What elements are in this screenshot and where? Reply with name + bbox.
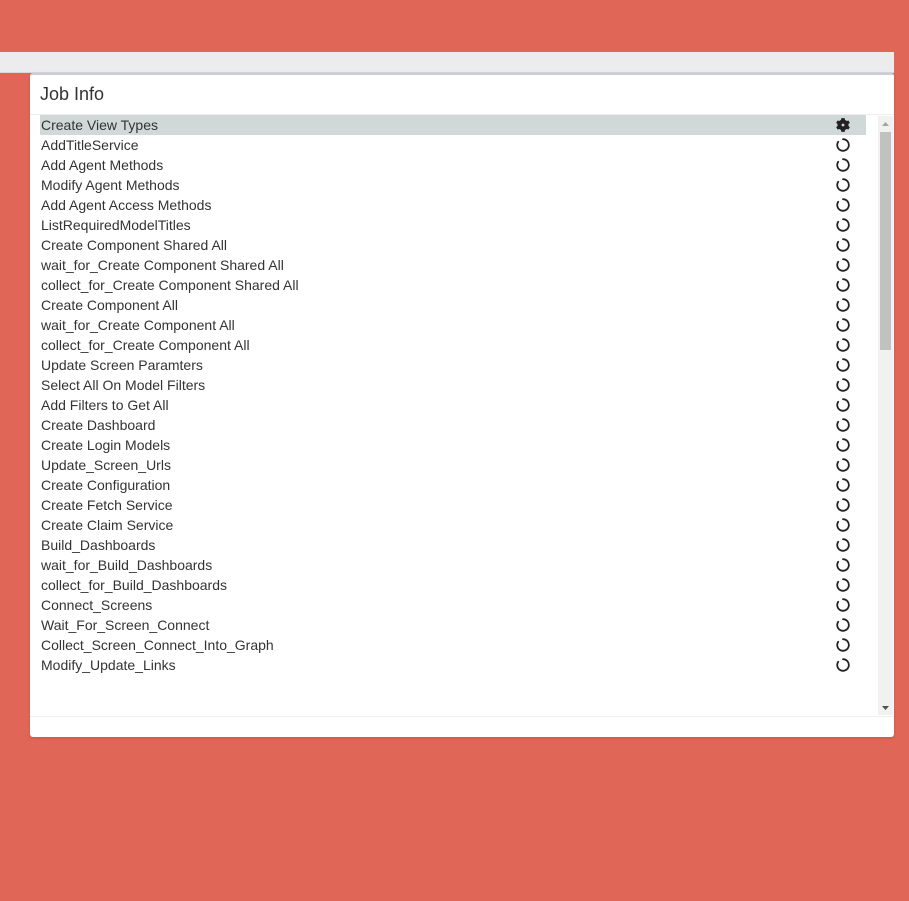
job-name: Connect_Screens <box>41 597 153 613</box>
job-name: Build_Dashboards <box>41 537 156 553</box>
spinner-circle-icon <box>836 598 850 612</box>
job-row[interactable]: AddTitleService <box>40 135 866 155</box>
job-row[interactable]: collect_for_Create Component All <box>40 335 866 355</box>
job-name: Create Component All <box>41 297 178 313</box>
spinner-circle-icon <box>836 318 850 332</box>
job-name: Create Login Models <box>41 437 171 453</box>
job-row[interactable]: Wait_For_Screen_Connect <box>40 615 866 635</box>
job-row[interactable]: Collect_Screen_Connect_Into_Graph <box>40 635 866 655</box>
job-list-scrollbar[interactable] <box>878 116 893 715</box>
job-info-modal: Job Info Create View Types AddTitleServic… <box>30 73 894 737</box>
job-row[interactable]: Create Configuration <box>40 475 866 495</box>
job-name: Update Screen Paramters <box>41 357 203 373</box>
job-row[interactable]: Update Screen Paramters <box>40 355 866 375</box>
spinner-circle-icon <box>836 178 850 192</box>
job-row[interactable]: Create Component Shared All <box>40 235 866 255</box>
spinner-circle-icon <box>836 358 850 372</box>
job-row[interactable]: wait_for_Create Component All <box>40 315 866 335</box>
spinner-circle-icon <box>836 638 850 652</box>
job-row[interactable]: Add Filters to Get All <box>40 395 866 415</box>
job-name: Create Component Shared All <box>41 237 227 253</box>
job-row[interactable]: wait_for_Build_Dashboards <box>40 555 866 575</box>
job-row[interactable]: Create Dashboard <box>40 415 866 435</box>
job-row[interactable]: Add Agent Methods <box>40 155 866 175</box>
job-name: ListRequiredModelTitles <box>41 217 191 233</box>
job-list: Create View Types AddTitleService Add Agen… <box>40 115 866 675</box>
spinner-circle-icon <box>836 658 850 672</box>
spinner-circle-icon <box>836 338 850 352</box>
job-name: Create Configuration <box>41 477 171 493</box>
job-name: Add Filters to Get All <box>41 397 169 413</box>
job-row[interactable]: Create Login Models <box>40 435 866 455</box>
spinner-circle-icon <box>836 618 850 632</box>
modal-title: Job Info <box>40 84 105 104</box>
job-row[interactable]: Modify Agent Methods <box>40 175 866 195</box>
spinner-circle-icon <box>836 258 850 272</box>
spinner-circle-icon <box>836 158 850 172</box>
job-name: Create Fetch Service <box>41 497 173 513</box>
spinner-circle-icon <box>836 278 850 292</box>
job-name: wait_for_Create Component Shared All <box>41 257 284 273</box>
job-name: Create Dashboard <box>41 417 156 433</box>
job-name: Wait_For_Screen_Connect <box>41 617 210 633</box>
spinner-circle-icon <box>836 138 850 152</box>
job-row[interactable]: Modify_Update_Links <box>40 655 866 675</box>
spinner-circle-icon <box>836 218 850 232</box>
job-name: Modify_Update_Links <box>41 657 176 673</box>
job-row[interactable]: Create Claim Service <box>40 515 866 535</box>
spinner-circle-icon <box>836 458 850 472</box>
modal-footer-divider <box>30 716 894 717</box>
spinner-circle-icon <box>836 378 850 392</box>
job-row[interactable]: Update_Screen_Urls <box>40 455 866 475</box>
job-name: Add Agent Methods <box>41 157 164 173</box>
spinner-circle-icon <box>836 418 850 432</box>
scroll-thumb[interactable] <box>880 132 891 350</box>
job-name: AddTitleService <box>41 137 139 153</box>
gear-icon <box>836 118 850 132</box>
job-name: collect_for_Create Component All <box>41 337 250 353</box>
spinner-circle-icon <box>836 478 850 492</box>
job-name: wait_for_Create Component All <box>41 317 235 333</box>
job-row[interactable]: Select All On Model Filters <box>40 375 866 395</box>
job-row[interactable]: Build_Dashboards <box>40 535 866 555</box>
job-row[interactable]: collect_for_Build_Dashboards <box>40 575 866 595</box>
job-name: Add Agent Access Methods <box>41 197 212 213</box>
job-name: Create Claim Service <box>41 517 174 533</box>
spinner-circle-icon <box>836 498 850 512</box>
job-row[interactable]: Create Component All <box>40 295 866 315</box>
job-name: wait_for_Build_Dashboards <box>41 557 213 573</box>
job-name: Modify Agent Methods <box>41 177 180 193</box>
spinner-circle-icon <box>836 578 850 592</box>
spinner-circle-icon <box>836 398 850 412</box>
job-name: Create View Types <box>41 117 158 133</box>
scroll-down-arrow-icon[interactable] <box>878 700 893 715</box>
spinner-circle-icon <box>836 238 850 252</box>
job-name: Collect_Screen_Connect_Into_Graph <box>41 637 274 653</box>
job-row[interactable]: Create View Types <box>40 115 866 135</box>
job-row[interactable]: collect_for_Create Component Shared All <box>40 275 866 295</box>
job-name: collect_for_Create Component Shared All <box>41 277 299 293</box>
scroll-up-arrow-icon[interactable] <box>878 116 893 131</box>
top-bar-strip <box>0 52 894 73</box>
job-row[interactable]: Create Fetch Service <box>40 495 866 515</box>
job-name: Update_Screen_Urls <box>41 457 171 473</box>
job-row[interactable]: Connect_Screens <box>40 595 866 615</box>
spinner-circle-icon <box>836 558 850 572</box>
spinner-circle-icon <box>836 298 850 312</box>
job-name: collect_for_Build_Dashboards <box>41 577 227 593</box>
spinner-circle-icon <box>836 518 850 532</box>
job-name: Select All On Model Filters <box>41 377 206 393</box>
job-row[interactable]: ListRequiredModelTitles <box>40 215 866 235</box>
spinner-circle-icon <box>836 198 850 212</box>
spinner-circle-icon <box>836 438 850 452</box>
job-row[interactable]: wait_for_Create Component Shared All <box>40 255 866 275</box>
spinner-circle-icon <box>836 538 850 552</box>
job-row[interactable]: Add Agent Access Methods <box>40 195 866 215</box>
modal-header: Job Info <box>30 73 894 115</box>
